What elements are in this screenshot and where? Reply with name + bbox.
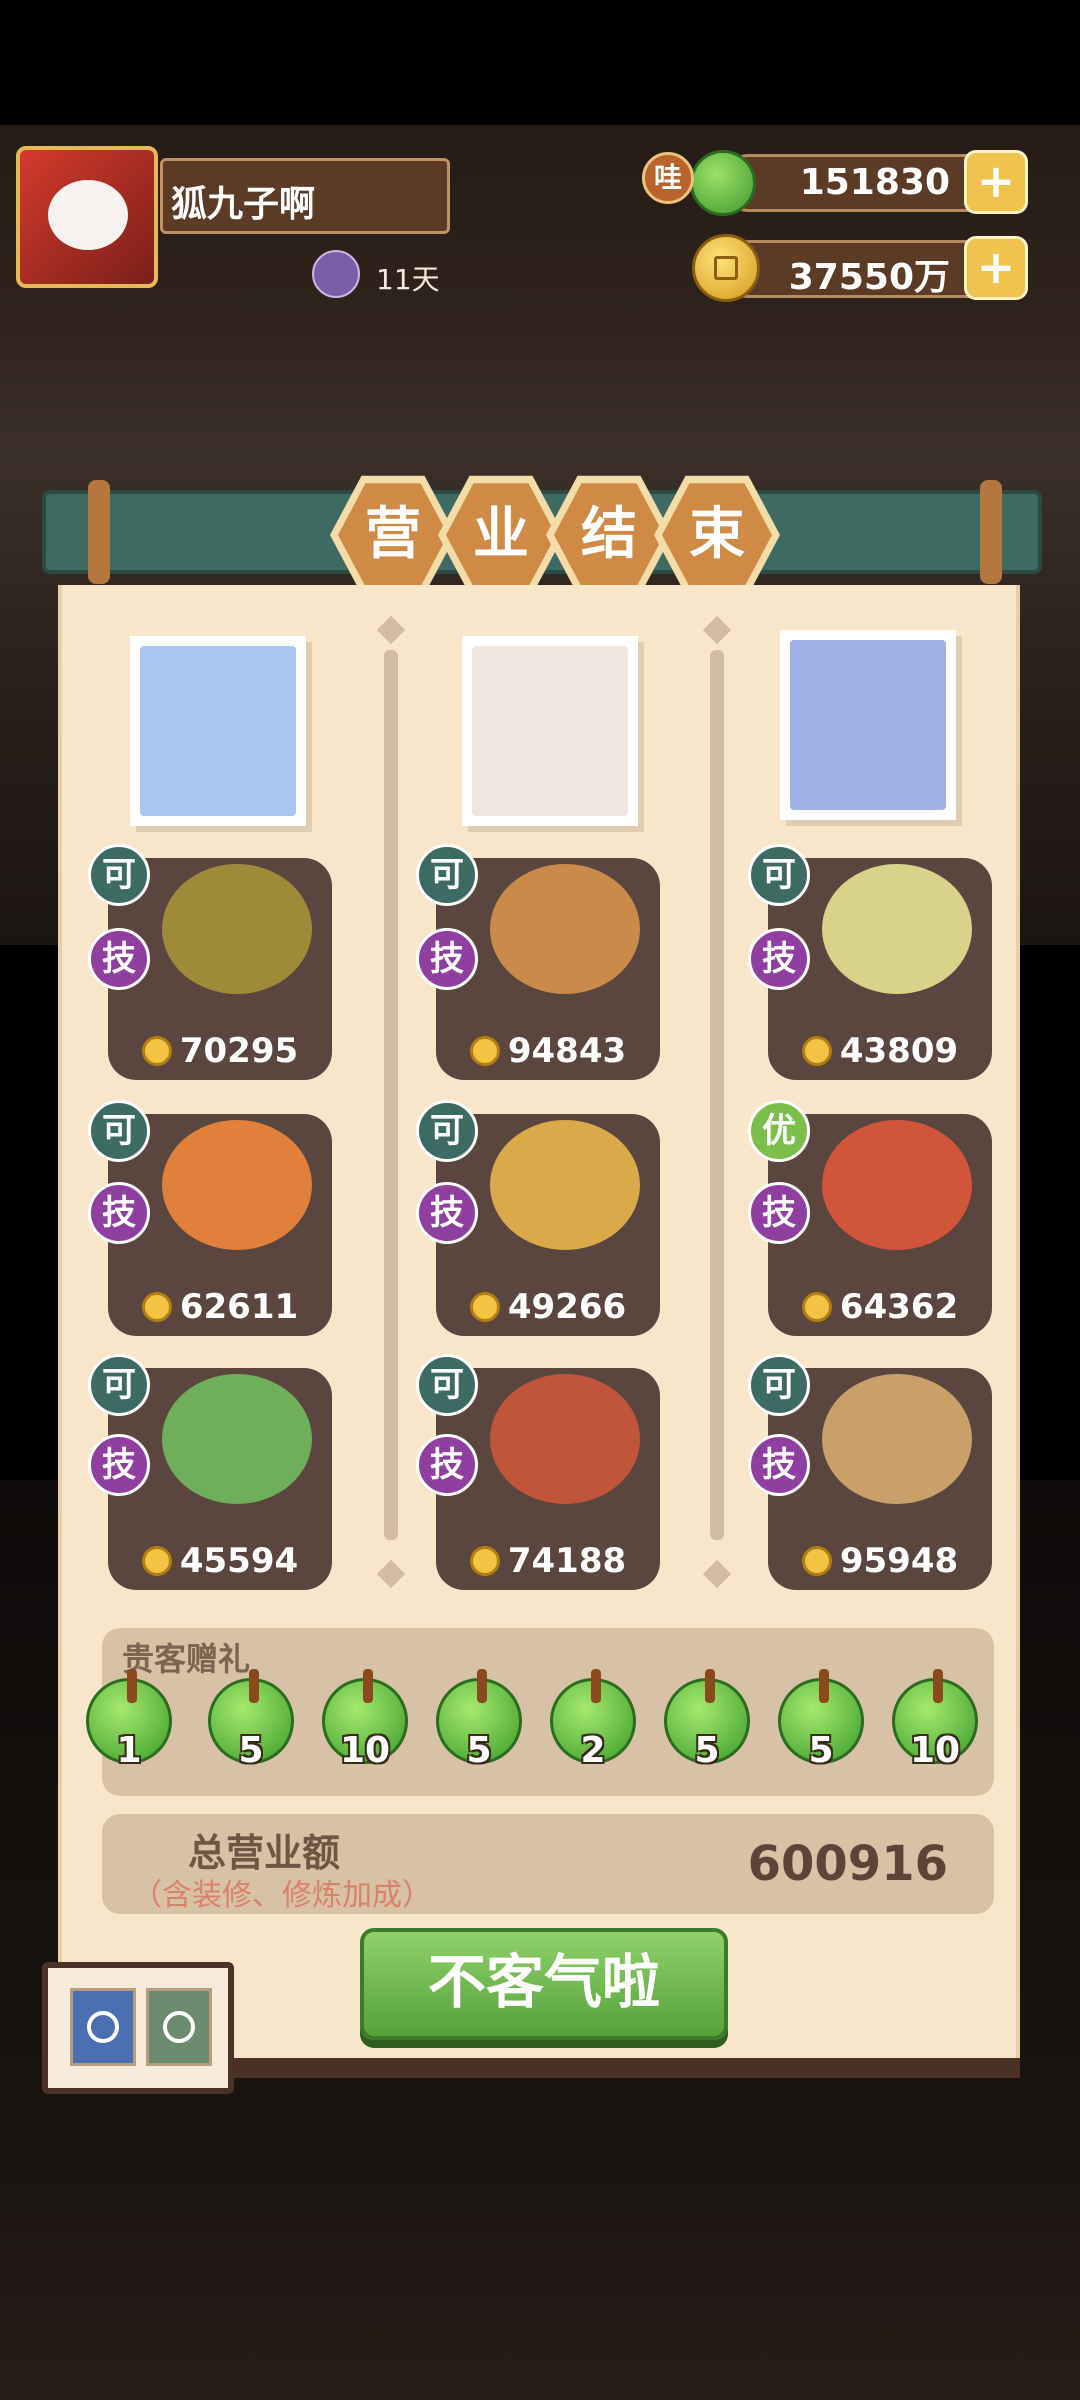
- badge-skill: 技: [748, 1434, 810, 1496]
- bottom-left-widget[interactable]: [42, 1962, 234, 2094]
- camera-alt-icon[interactable]: [146, 1988, 212, 2066]
- guest-portrait-3: [780, 630, 956, 820]
- coin-icon: [801, 1292, 832, 1322]
- badge-skill: 技: [88, 928, 150, 990]
- badge-skill: 技: [416, 928, 478, 990]
- dish-image: [822, 1374, 972, 1504]
- badge-grade: 可: [416, 844, 478, 906]
- jade-gift-icon: 5: [208, 1669, 294, 1771]
- dish-price: 64362: [768, 1284, 992, 1330]
- guest-portrait-1: [130, 636, 306, 826]
- badge-grade: 优: [748, 1100, 810, 1162]
- badge-skill: 技: [416, 1434, 478, 1496]
- total-revenue-note: （含装修、修炼加成）: [132, 1878, 432, 1913]
- jade-gift-icon: 5: [664, 1669, 750, 1771]
- days-character-icon: [312, 250, 360, 298]
- player-name-box: 狐九子啊: [160, 158, 450, 234]
- jade-icon: [690, 150, 756, 216]
- dish-image: [822, 1120, 972, 1250]
- add-coin-button[interactable]: +: [964, 236, 1028, 300]
- confirm-button[interactable]: 不客气啦: [360, 1928, 728, 2040]
- banner-scroll-right: [980, 480, 1002, 584]
- gold-coin-icon: [692, 234, 760, 302]
- portrait-art: [140, 646, 296, 816]
- add-jade-button[interactable]: +: [964, 150, 1028, 214]
- dish-price: 70295: [108, 1028, 332, 1074]
- coin-icon: [801, 1036, 832, 1066]
- dish-price: 95948: [768, 1538, 992, 1584]
- dish-price: 49266: [436, 1284, 660, 1330]
- badge-grade: 可: [88, 1354, 150, 1416]
- coin-icon: [141, 1292, 172, 1322]
- badge-skill: 技: [748, 1182, 810, 1244]
- dish-price: 43809: [768, 1028, 992, 1074]
- column-divider-2: [710, 650, 724, 1540]
- dish-image: [490, 1120, 640, 1250]
- player-avatar[interactable]: [16, 146, 158, 288]
- total-revenue-box: 总营业额 （含装修、修炼加成） 600916: [102, 1814, 994, 1914]
- coin-icon: [141, 1036, 172, 1066]
- badge-grade: 可: [88, 844, 150, 906]
- total-revenue-value: 600916: [747, 1836, 948, 1892]
- wa-badge: 哇: [642, 152, 694, 204]
- coin-icon: [469, 1036, 500, 1066]
- badge-skill: 技: [88, 1434, 150, 1496]
- badge-grade: 可: [748, 844, 810, 906]
- portrait-art: [790, 640, 946, 810]
- column-divider-1: [384, 650, 398, 1540]
- jade-gift-icon: 10: [892, 1669, 978, 1771]
- camera-icon[interactable]: [70, 1988, 136, 2066]
- coin-icon: [469, 1546, 500, 1576]
- badge-grade: 可: [88, 1100, 150, 1162]
- dish-image: [490, 864, 640, 994]
- guest-portrait-2: [462, 636, 638, 826]
- jade-gift-icon: 5: [778, 1669, 864, 1771]
- dish-price: 62611: [108, 1284, 332, 1330]
- badge-grade: 可: [416, 1354, 478, 1416]
- jade-amount: 151830: [799, 162, 950, 203]
- badge-grade: 可: [416, 1100, 478, 1162]
- badge-skill: 技: [416, 1182, 478, 1244]
- banner-scroll-left: [88, 480, 110, 584]
- dish-price: 45594: [108, 1538, 332, 1584]
- dish-price: 94843: [436, 1028, 660, 1074]
- jade-gift-icon: 5: [436, 1669, 522, 1771]
- total-revenue-label: 总营业额: [188, 1831, 341, 1875]
- portrait-art: [472, 646, 628, 816]
- avatar-face: [48, 180, 128, 250]
- badge-skill: 技: [748, 928, 810, 990]
- guest-gifts-box: 贵客赠礼 1 5 10 5 2 5 5 10: [86, 1628, 994, 1796]
- dish-image: [162, 1374, 312, 1504]
- jade-gift-icon: 2: [550, 1669, 636, 1771]
- player-name: 狐九子啊: [171, 184, 316, 225]
- dish-image: [162, 1120, 312, 1250]
- dish-price: 74188: [436, 1538, 660, 1584]
- coin-icon: [141, 1546, 172, 1576]
- dish-image: [162, 864, 312, 994]
- badge-skill: 技: [88, 1182, 150, 1244]
- coin-icon: [469, 1292, 500, 1322]
- dish-image: [490, 1374, 640, 1504]
- dish-image: [822, 864, 972, 994]
- coin-amount: 37550万: [788, 257, 950, 298]
- days-count: 11天: [376, 263, 440, 296]
- coin-icon: [801, 1546, 832, 1576]
- jade-gift-icon: 1: [86, 1669, 172, 1771]
- jade-gift-icon: 10: [322, 1669, 408, 1771]
- guest-gifts-label: 贵客赠礼: [122, 1640, 251, 1678]
- badge-grade: 可: [748, 1354, 810, 1416]
